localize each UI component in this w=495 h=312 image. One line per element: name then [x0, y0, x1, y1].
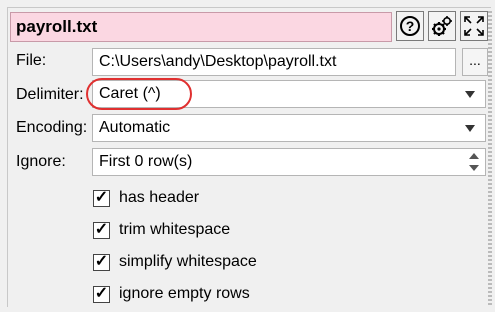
ignore-value: First 0 row(s) [99, 153, 193, 170]
expand-button[interactable] [460, 11, 488, 41]
browse-button[interactable]: ... [462, 48, 488, 76]
item-name-field[interactable]: payroll.txt [10, 12, 392, 42]
encoding-label: Encoding: [16, 119, 88, 136]
settings-button[interactable] [428, 11, 456, 41]
ignore-rows-spinbox[interactable]: First 0 row(s) [92, 148, 486, 176]
spin-down-icon[interactable] [469, 165, 479, 171]
encoding-value: Automatic [99, 119, 171, 136]
question-mark-icon: ? [400, 16, 420, 36]
option-label: ignore empty rows [119, 285, 250, 302]
help-button[interactable]: ? [396, 11, 424, 41]
dropdown-arrow-icon [465, 91, 475, 98]
delimiter-value: Caret (^) [99, 85, 161, 102]
panel-edge [488, 11, 492, 307]
checkbox[interactable]: ✓ [93, 253, 110, 271]
option-trim-whitespace[interactable]: ✓ trim whitespace [93, 221, 230, 239]
file-label: File: [16, 52, 47, 69]
option-has-header[interactable]: ✓ has header [93, 189, 199, 207]
delimiter-label: Delimiter: [16, 86, 84, 103]
checkbox[interactable]: ✓ [93, 221, 110, 239]
option-simplify-whitespace[interactable]: ✓ simplify whitespace [93, 253, 257, 271]
expand-arrows-icon [464, 16, 484, 36]
gears-icon [432, 16, 452, 36]
option-ignore-empty-rows[interactable]: ✓ ignore empty rows [93, 285, 250, 303]
encoding-select[interactable]: Automatic [92, 114, 486, 142]
file-path-field[interactable]: C:\Users\andy\Desktop\payroll.txt [92, 48, 456, 76]
checkbox[interactable]: ✓ [93, 189, 110, 207]
option-label: simplify whitespace [119, 253, 257, 270]
checkbox[interactable]: ✓ [93, 285, 110, 303]
spin-up-icon[interactable] [469, 153, 479, 159]
option-label: trim whitespace [119, 221, 231, 238]
dropdown-arrow-icon [465, 125, 475, 132]
delimiter-select[interactable]: Caret (^) [92, 80, 486, 108]
option-label: has header [119, 189, 200, 206]
ignore-label: Ignore: [16, 153, 66, 170]
